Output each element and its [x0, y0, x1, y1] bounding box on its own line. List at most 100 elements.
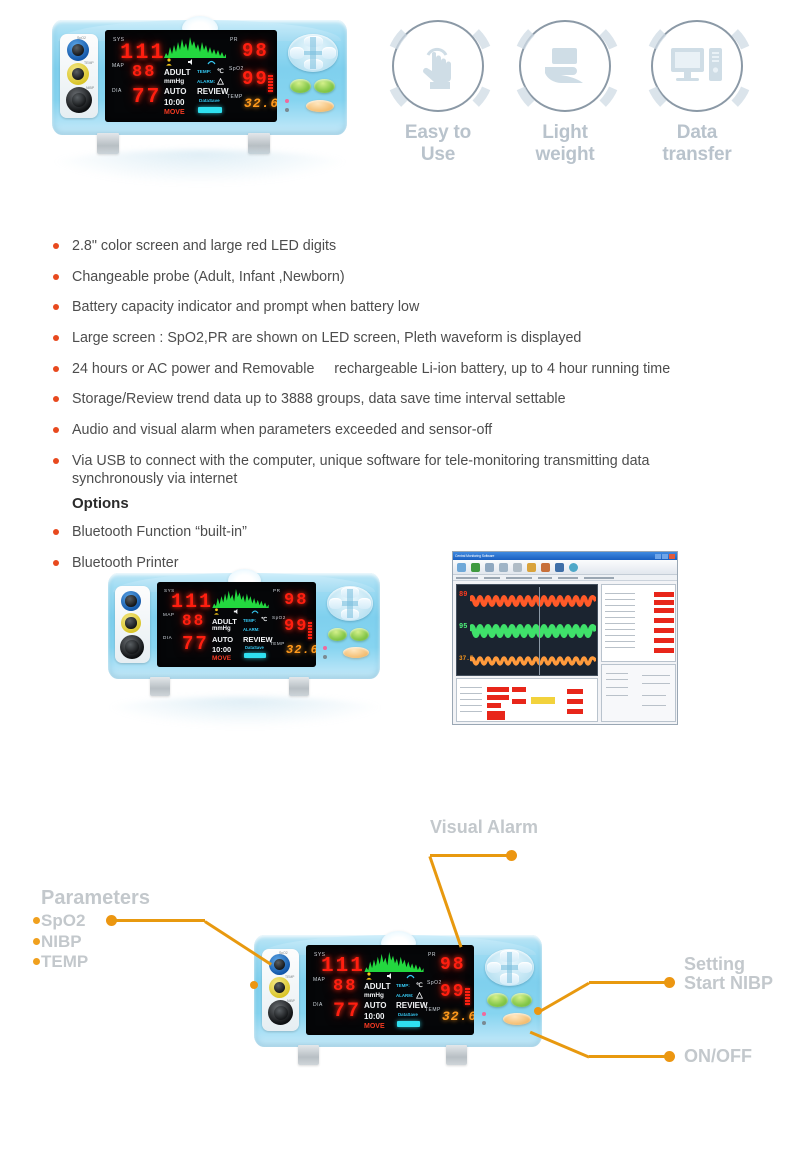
label-map: MAP	[163, 612, 175, 617]
connector-spo2[interactable]	[269, 954, 290, 975]
battery-indicator	[397, 1021, 420, 1027]
button-power[interactable]	[343, 647, 369, 658]
toolbar-icon-7[interactable]	[541, 562, 550, 572]
spo2-bar-graph	[268, 70, 273, 92]
toolbar-icon-6[interactable]	[527, 562, 536, 572]
connector-nibp[interactable]	[120, 635, 144, 659]
bullet-text: Changeable probe (Adult, Infant ,Newborn…	[72, 268, 345, 285]
sound-icon	[188, 59, 192, 65]
value-spo2: 99	[440, 982, 466, 1002]
connector-temp[interactable]	[269, 977, 290, 998]
maximize-icon[interactable]	[662, 553, 668, 559]
mode-auto: AUTO	[212, 635, 234, 644]
nav-up[interactable]	[303, 35, 323, 47]
close-icon[interactable]	[669, 553, 675, 559]
button-power[interactable]	[503, 1013, 531, 1025]
button-start-nibp[interactable]	[350, 628, 369, 641]
nav-up[interactable]	[341, 587, 359, 598]
temp-unit: ℃	[217, 69, 224, 75]
nav-right[interactable]	[322, 46, 336, 60]
software-menu-bar[interactable]	[453, 575, 677, 581]
toolbar-icon-8[interactable]	[555, 562, 564, 572]
button-setting[interactable]	[487, 993, 508, 1007]
connector-nibp-label: NIBP	[287, 999, 295, 1003]
callout-on-off-line	[589, 1055, 667, 1058]
menu-item[interactable]	[538, 576, 552, 579]
menu-item[interactable]	[506, 576, 532, 579]
button-setting[interactable]	[290, 79, 311, 93]
menu-item[interactable]	[456, 576, 478, 579]
connector-temp[interactable]	[67, 63, 89, 85]
device-display: SYS 111 MAP 88 DIA 77 ADULT TEMP: ℃ mmHg…	[306, 945, 474, 1035]
button-setting[interactable]	[328, 628, 347, 641]
toolbar-icon-2[interactable]	[471, 562, 480, 572]
feature-light-weight: Light weight	[512, 13, 622, 166]
label-pr: PR	[273, 588, 281, 593]
device-stand-left	[298, 1045, 319, 1065]
nav-left[interactable]	[328, 597, 342, 610]
data-save-label: DataSave	[245, 645, 264, 650]
mode-auto: AUTO	[164, 87, 187, 96]
feature-icon-circle	[385, 13, 495, 123]
value-pr: 98	[242, 40, 269, 62]
param-bullet-dot	[33, 917, 40, 924]
device-display: SYS 111 MAP 88 DIA 77 ADULT TEMP: ℃ mmHg…	[157, 582, 316, 667]
temp-unit-label: TEMP:	[197, 69, 212, 74]
alarm-cell	[567, 699, 583, 704]
nav-left[interactable]	[290, 46, 304, 60]
toolbar-icon-1[interactable]	[457, 562, 466, 572]
navigation-pad[interactable]	[327, 586, 373, 621]
value-temp: 32.6	[286, 643, 316, 657]
nav-down[interactable]	[341, 609, 359, 620]
device-front-middle: SYS 111 MAP 88 DIA 77 ADULT TEMP: ℃ mmHg…	[108, 569, 380, 696]
connector-spo2[interactable]	[121, 591, 141, 611]
window-controls[interactable]	[655, 553, 675, 559]
menu-item[interactable]	[558, 576, 578, 579]
toolbar-icon-4[interactable]	[499, 562, 508, 572]
callout-on-off-label: ON/OFF	[684, 1046, 752, 1066]
navigation-pad[interactable]	[485, 949, 534, 986]
label-dia: DIA	[313, 1002, 323, 1008]
toolbar-icon-3[interactable]	[485, 562, 494, 572]
connector-temp-label: TEMP	[84, 61, 94, 65]
connector-nibp[interactable]	[66, 87, 92, 113]
unit-mmhg: mmHg	[164, 78, 185, 85]
connector-nibp[interactable]	[268, 1000, 293, 1025]
nav-up[interactable]	[500, 950, 519, 962]
nav-down[interactable]	[303, 59, 323, 71]
mode-patient: ADULT	[164, 68, 191, 77]
waveform-trace-3	[470, 656, 596, 666]
move-status: MOVE	[364, 1023, 385, 1030]
bullet-dot	[53, 396, 59, 403]
temp-unit-label: TEMP:	[243, 618, 257, 623]
callout-visual-alarm-dot	[506, 850, 517, 861]
connector-spo2[interactable]	[67, 39, 89, 61]
nav-left[interactable]	[486, 961, 501, 974]
toolbar-icon-5[interactable]	[513, 562, 522, 572]
alarm-cell	[654, 628, 674, 633]
nav-right[interactable]	[358, 597, 372, 610]
nav-right[interactable]	[518, 961, 533, 974]
list-item: 2.8" color screen and large red LED digi…	[50, 237, 780, 255]
bullet-text: Bluetooth Function “built-in”	[72, 524, 247, 541]
navigation-pad[interactable]	[288, 34, 338, 72]
spo2-bar-graph	[308, 619, 312, 639]
toolbar-icon-9[interactable]	[569, 562, 578, 572]
menu-item[interactable]	[484, 576, 500, 579]
callout-visual-alarm-label: Visual Alarm	[430, 817, 539, 837]
button-power[interactable]	[306, 100, 334, 112]
nav-down[interactable]	[500, 973, 519, 985]
connector-temp[interactable]	[121, 613, 141, 633]
minimize-icon[interactable]	[655, 553, 661, 559]
software-toolbar[interactable]	[453, 560, 677, 575]
feature-icon-circle	[644, 13, 754, 123]
button-start-nibp[interactable]	[511, 993, 532, 1007]
label-pr: PR	[230, 37, 238, 43]
alarm-cell	[487, 711, 505, 720]
value-dia: 77	[182, 633, 209, 655]
menu-item[interactable]	[584, 576, 614, 579]
list-item: Bluetooth Function “built-in”	[50, 523, 780, 541]
plot-cursor[interactable]	[539, 587, 540, 675]
sound-icon	[233, 608, 238, 615]
button-start-nibp[interactable]	[314, 79, 335, 93]
